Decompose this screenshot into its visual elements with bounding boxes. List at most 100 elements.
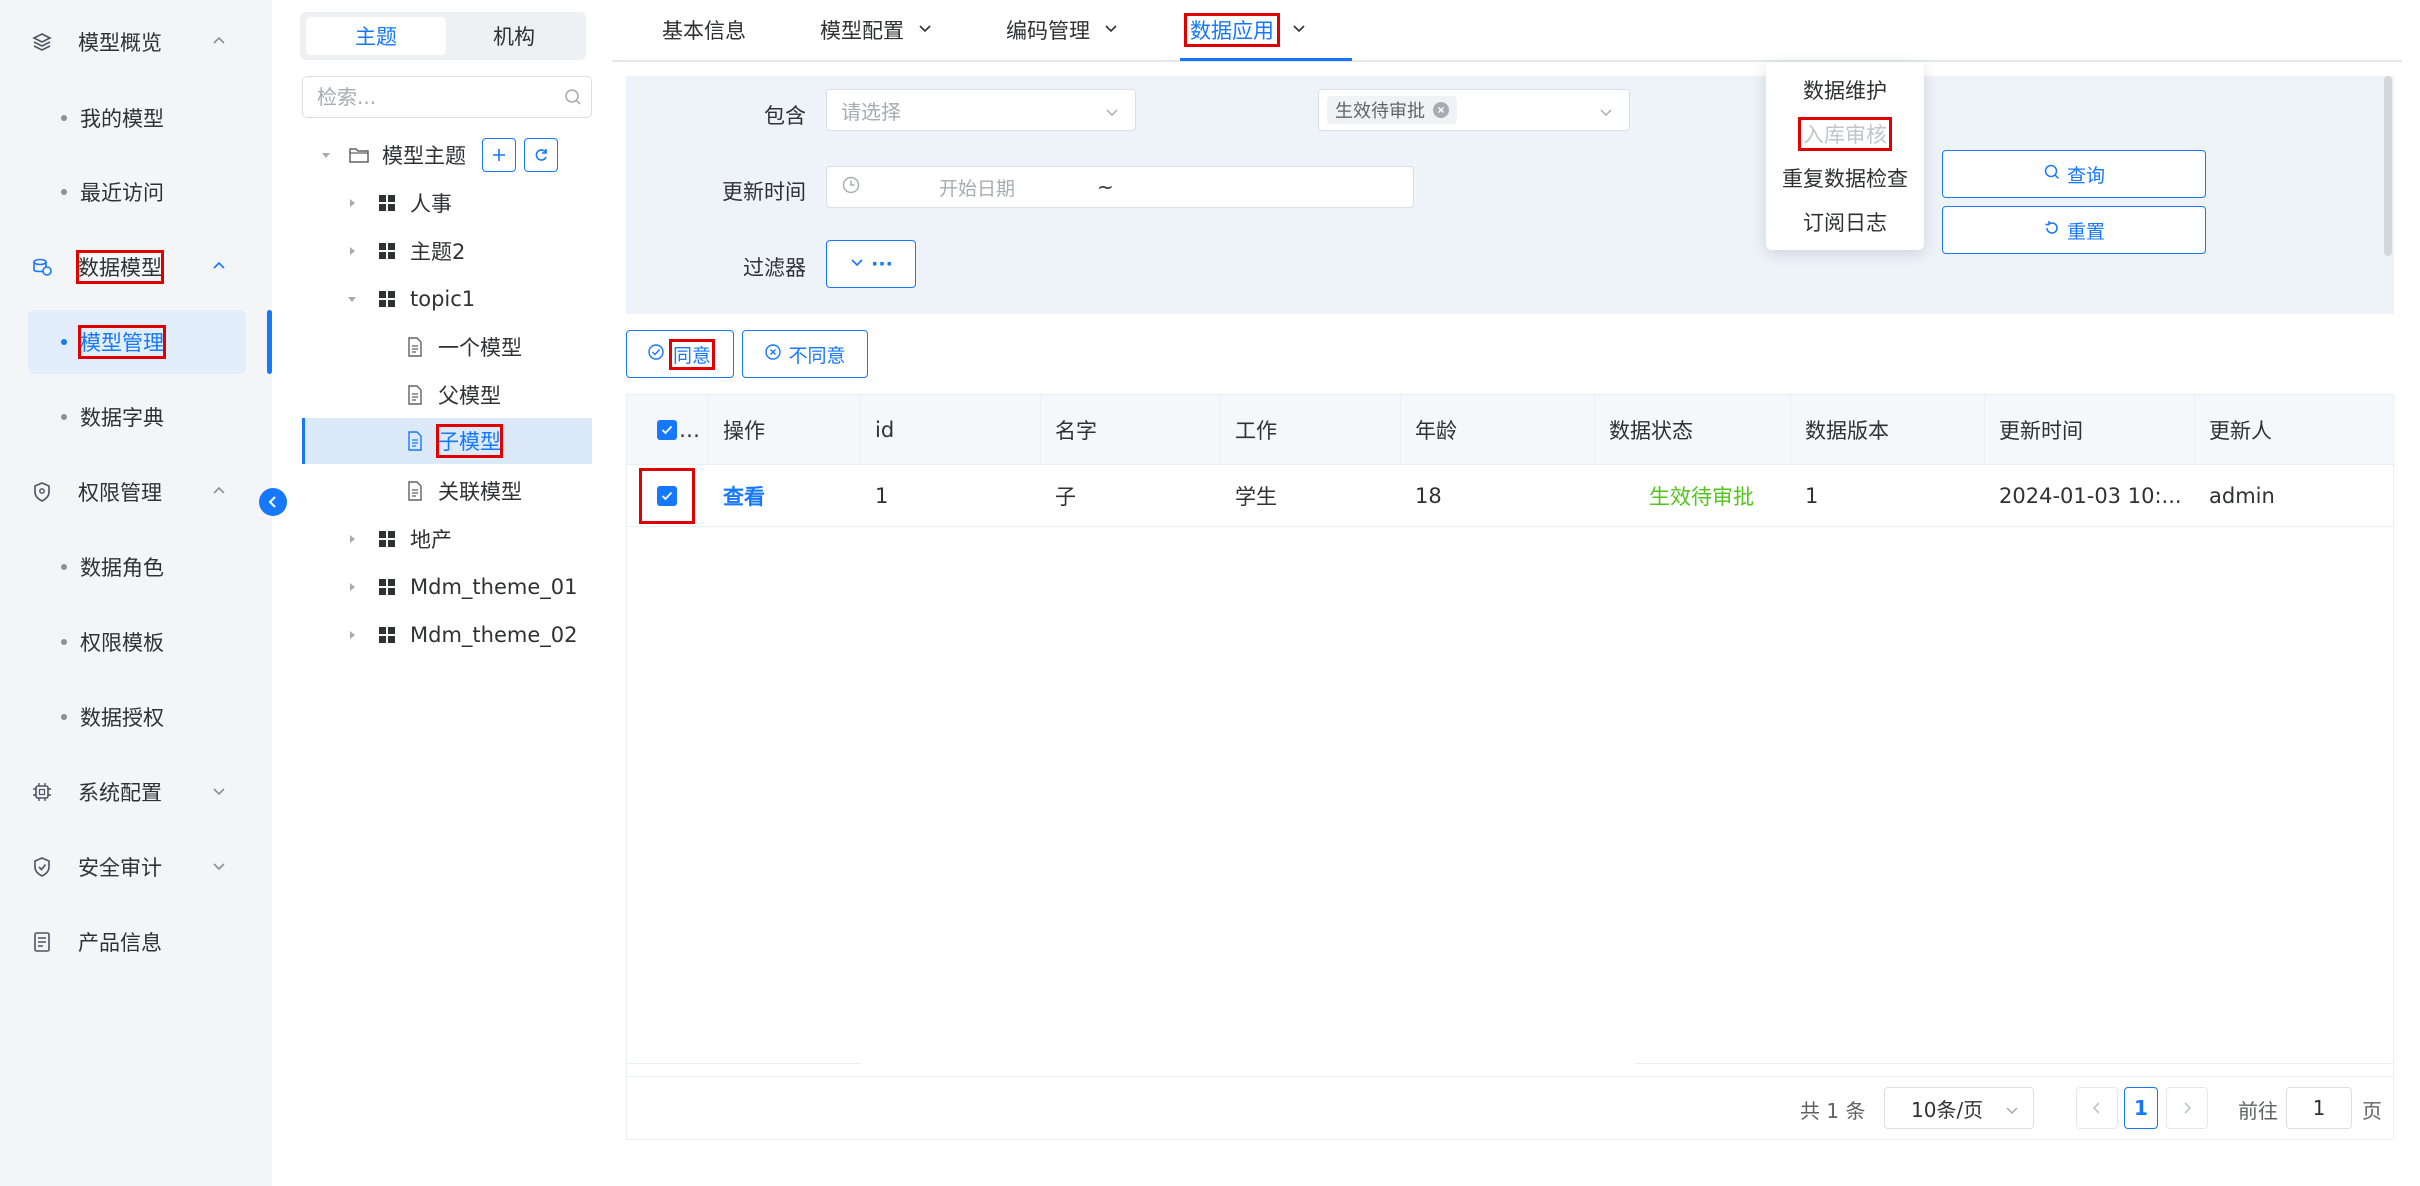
caret-right-icon[interactable] — [342, 241, 362, 261]
goto-page-input[interactable] — [2286, 1087, 2352, 1129]
sidebar-item-system-config[interactable]: 系统配置 — [28, 760, 244, 824]
segment-organization[interactable]: 机构 — [444, 17, 584, 55]
tree-node-selected[interactable]: 子模型 — [302, 418, 592, 464]
tree-search-input[interactable] — [317, 85, 547, 109]
caret-right-icon[interactable] — [342, 193, 362, 213]
sidebar-item-my-models[interactable]: 我的模型 — [28, 86, 246, 150]
sidebar-item-model-management[interactable]: 模型管理 — [28, 310, 246, 374]
tree-node[interactable]: 地产 — [342, 516, 592, 562]
filter-button[interactable]: ··· — [826, 240, 916, 288]
sidebar-item-label: 产品信息 — [78, 931, 162, 955]
reset-button[interactable]: 重置 — [1942, 206, 2206, 254]
select-all-header[interactable]: … — [627, 395, 709, 465]
database-icon — [28, 253, 56, 281]
tree-root[interactable]: 模型主题 — [316, 132, 592, 178]
scroll-line — [627, 1063, 861, 1064]
grid-icon — [376, 192, 398, 214]
caret-down-icon[interactable] — [316, 145, 336, 165]
sidebar-item-model-overview[interactable]: 模型概览 — [28, 10, 244, 74]
prev-page-button[interactable] — [2076, 1087, 2118, 1129]
refresh-tree-button[interactable] — [524, 138, 558, 172]
column-header: 数据版本 — [1791, 395, 1985, 465]
view-link[interactable]: 查看 — [723, 481, 765, 511]
sidebar-item-security-audit[interactable]: 安全审计 — [28, 835, 244, 899]
sidebar-item-data-roles[interactable]: 数据角色 — [28, 535, 246, 599]
segment-theme[interactable]: 主题 — [306, 17, 446, 55]
page-size-value: 10条/页 — [1911, 1097, 1984, 1122]
sidebar-item-product-info[interactable]: 产品信息 — [28, 910, 244, 974]
tree-node[interactable]: Mdm_theme_02 — [342, 612, 592, 658]
close-icon[interactable] — [1433, 102, 1449, 118]
select-all-checkbox[interactable] — [657, 420, 677, 440]
next-page-button[interactable] — [2166, 1087, 2208, 1129]
tree-node[interactable]: 一个模型 — [404, 324, 592, 370]
sidebar-item-permission-templates[interactable]: 权限模板 — [28, 610, 246, 674]
collapse-sidebar-button[interactable] — [259, 488, 287, 516]
column-header: 工作 — [1221, 395, 1401, 465]
sidebar: 模型概览 我的模型 最近访问 数据模型 模型管理 数据字典 权限管理 数据角色 … — [0, 0, 272, 1186]
bullet-icon — [61, 714, 67, 720]
menu-item-data-maintenance[interactable]: 数据维护 — [1766, 68, 1924, 112]
vertical-scrollbar[interactable] — [2384, 76, 2392, 256]
file-icon — [404, 480, 426, 502]
tab-code-management[interactable]: 编码管理 — [1006, 14, 1120, 46]
status-select[interactable]: 生效待审批 — [1318, 89, 1630, 131]
bullet-icon — [61, 115, 67, 121]
add-node-button[interactable] — [482, 138, 516, 172]
grid-icon — [376, 288, 398, 310]
chevron-down-icon — [916, 18, 934, 42]
tab-model-config[interactable]: 模型配置 — [820, 14, 934, 46]
disagree-button[interactable]: 不同意 — [742, 330, 868, 378]
page-size-select[interactable]: 10条/页 — [1884, 1087, 2034, 1129]
contains-select[interactable]: 请选择 — [826, 89, 1136, 131]
date-range-picker[interactable]: 开始日期 ~ — [826, 166, 1414, 208]
column-header: id — [861, 395, 1041, 465]
tab-data-application[interactable]: 数据应用 — [1184, 13, 1308, 47]
sidebar-item-data-authorization[interactable]: 数据授权 — [28, 685, 246, 749]
sidebar-item-data-dictionary[interactable]: 数据字典 — [28, 385, 246, 449]
tree-node[interactable]: topic1 — [342, 276, 592, 322]
tree-node[interactable]: 关联模型 — [404, 468, 592, 514]
tree-node-label: Mdm_theme_02 — [410, 623, 578, 647]
tab-basic-info[interactable]: 基本信息 — [662, 14, 746, 46]
chevron-down-icon — [2003, 1100, 2021, 1124]
cell-updated: 2024-01-03 10:... — [1999, 484, 2182, 508]
refresh-icon — [535, 149, 547, 161]
tree-node[interactable]: Mdm_theme_01 — [342, 564, 592, 610]
grid-icon — [376, 576, 398, 598]
tab-label: 数据应用 — [1184, 13, 1280, 47]
caret-down-icon[interactable] — [342, 289, 362, 309]
sidebar-item-recent[interactable]: 最近访问 — [28, 160, 246, 224]
shield-icon — [28, 478, 56, 506]
sidebar-item-label: 最近访问 — [80, 181, 164, 205]
disagree-button-label: 不同意 — [788, 344, 846, 367]
search-icon[interactable] — [563, 87, 583, 112]
sidebar-item-label: 权限管理 — [78, 481, 162, 505]
agree-button[interactable]: 同意 — [626, 330, 734, 378]
caret-right-icon[interactable] — [342, 625, 362, 645]
menu-item-subscription-log[interactable]: 订阅日志 — [1766, 200, 1924, 244]
chevron-down-icon — [1290, 18, 1308, 42]
active-tab-indicator — [1180, 58, 1352, 61]
tree-node[interactable]: 父模型 — [404, 372, 592, 418]
caret-right-icon[interactable] — [342, 529, 362, 549]
bullet-icon — [61, 339, 67, 345]
sidebar-item-data-model[interactable]: 数据模型 — [28, 235, 244, 299]
menu-item-storage-review[interactable]: 入库审核 — [1766, 112, 1924, 156]
tree-node-label: 地产 — [410, 528, 452, 552]
chevron-left-icon — [268, 496, 276, 508]
sidebar-item-label: 权限模板 — [80, 631, 164, 655]
menu-item-duplicate-check[interactable]: 重复数据检查 — [1766, 156, 1924, 200]
column-header: 操作 — [709, 395, 861, 465]
tree-node[interactable]: 主题2 — [342, 228, 592, 274]
page-number-button[interactable]: 1 — [2124, 1087, 2158, 1129]
query-button[interactable]: 查询 — [1942, 150, 2206, 198]
goto-label: 前往 — [2238, 1099, 2278, 1123]
row-checkbox-highlight — [639, 468, 695, 524]
filter-panel: 包含 请选择 生效待审批 更新时间 开始日期 ~ 过滤器 ··· 查询 重置 — [626, 76, 2394, 314]
sidebar-item-permission[interactable]: 权限管理 — [28, 460, 244, 524]
caret-right-icon[interactable] — [342, 577, 362, 597]
table-scroll-track — [627, 1063, 2395, 1073]
query-button-label: 查询 — [2066, 164, 2105, 187]
tree-node[interactable]: 人事 — [342, 180, 592, 226]
